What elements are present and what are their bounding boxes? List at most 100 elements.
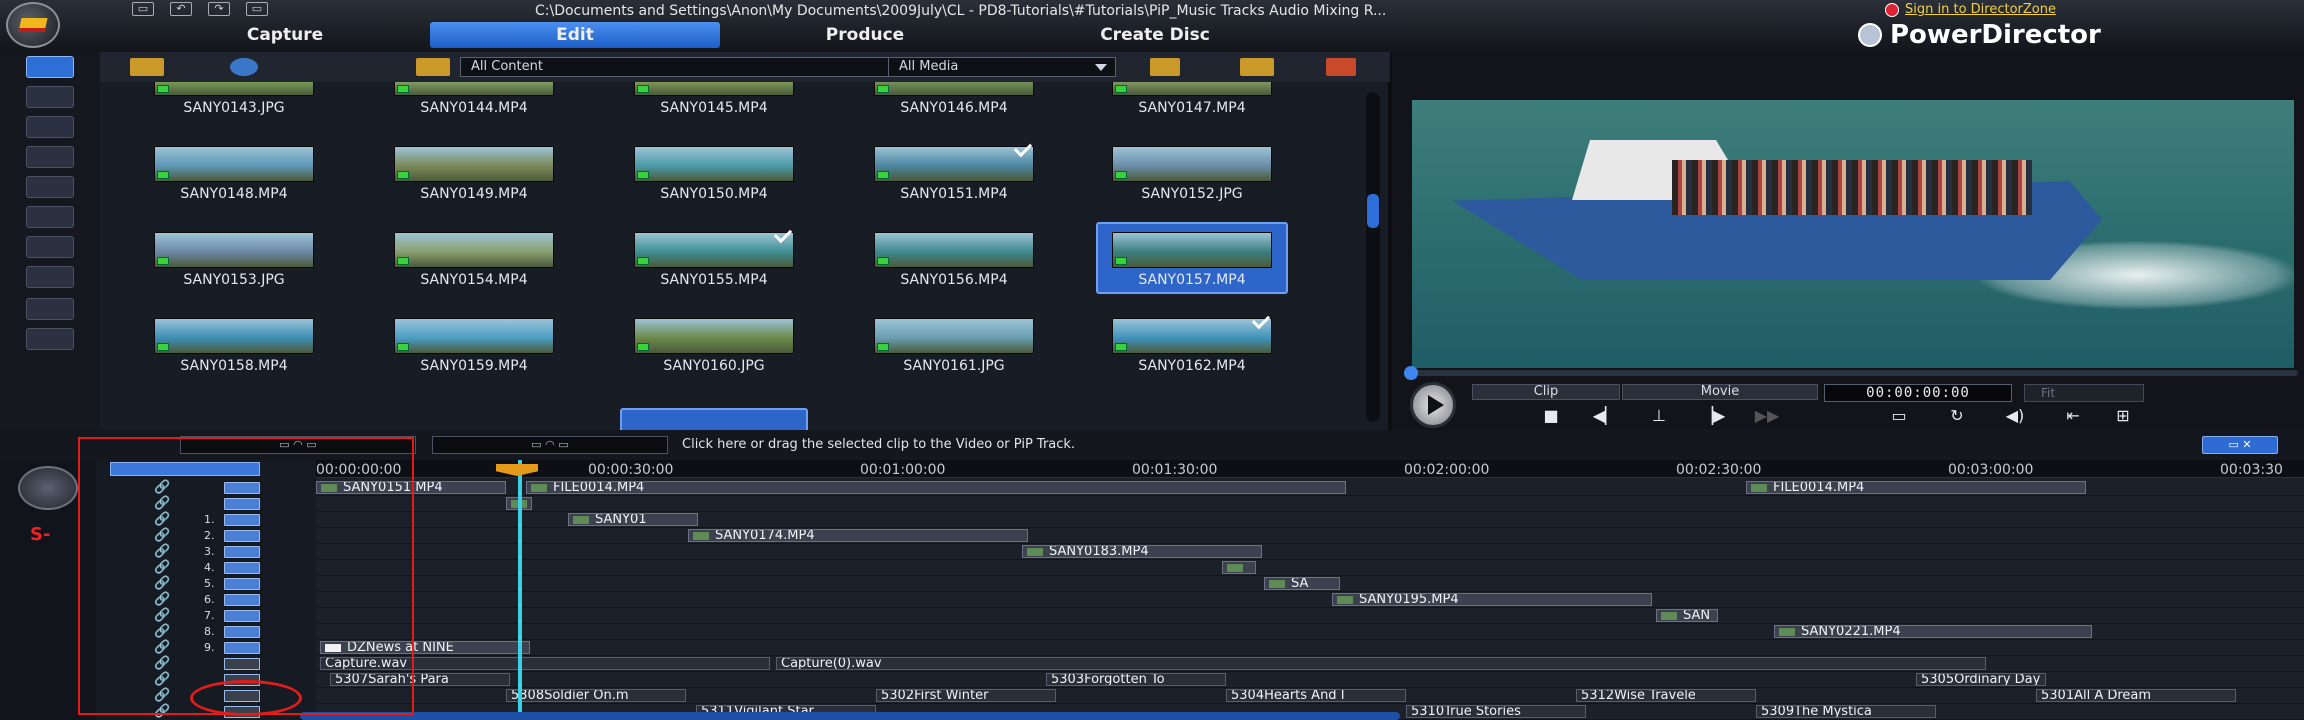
media-thumbnail[interactable]: SANY0152.JPG (1112, 146, 1272, 206)
library-scrollbar[interactable] (1366, 92, 1380, 422)
download-icon[interactable] (230, 58, 258, 76)
content-filter-select[interactable]: All Content (460, 57, 930, 77)
effects-icon[interactable]: S- (30, 524, 70, 545)
timeline-lane[interactable] (316, 592, 2304, 608)
video-clip[interactable]: SANY0174.MP4 (688, 529, 1028, 542)
time-ruler[interactable]: 00:00:00:00 00:00:30:00 00:01:00:00 00:01:3… (316, 460, 2304, 478)
media-thumbnail[interactable]: SANY0157.MP4 (1096, 222, 1288, 294)
video-clip[interactable]: SANY0183.MP4 (1022, 545, 1262, 558)
timeline-lane[interactable] (316, 528, 2304, 544)
import-folder-icon[interactable] (130, 58, 164, 76)
video-clip[interactable]: SANY01 (568, 513, 698, 526)
media-thumbnail[interactable]: SANY0151.MP4 (874, 138, 1034, 206)
video-clip[interactable]: FILE0014.MP4 (526, 481, 1346, 494)
signin-link[interactable]: Sign in to DirectorZone (1885, 2, 2056, 17)
media-thumbnail[interactable]: SANY0149.MP4 (394, 146, 554, 206)
save-icon[interactable]: ▭ (132, 2, 154, 16)
timeline-lane[interactable] (316, 496, 2304, 512)
effect-room-icon[interactable] (26, 86, 74, 108)
audio-clip[interactable]: 5304Hearts And I (1226, 689, 1406, 702)
scroll-thumb[interactable] (1367, 194, 1379, 228)
zoom-select[interactable]: Fit (2024, 384, 2144, 402)
clip-mode-button[interactable]: Clip (1472, 384, 1620, 400)
timeline-scrollbar[interactable] (300, 712, 1400, 720)
media-thumbnail[interactable]: SANY0143.JPG (154, 82, 314, 120)
movie-mode-button[interactable]: Movie (1622, 384, 1818, 400)
audio-clip[interactable]: Capture(0).wav (776, 657, 1986, 670)
title-room-icon[interactable] (26, 176, 74, 198)
timeline-lane[interactable] (316, 560, 2304, 576)
media-thumbnail[interactable]: SANY0161.JPG (874, 318, 1034, 378)
media-room-icon[interactable] (26, 56, 74, 78)
audio-clip[interactable]: 5303Forgotten To (1046, 673, 1226, 686)
audio-clip[interactable]: 5305Ordinary Day (1916, 673, 2046, 686)
playhead[interactable] (518, 460, 522, 720)
media-thumbnail[interactable]: SANY0156.MP4 (874, 232, 1034, 292)
timecode-display[interactable]: 00:00:00:00 (1824, 384, 2012, 402)
explore-folder-icon[interactable] (416, 58, 450, 76)
media-thumbnail[interactable]: SANY0158.MP4 (154, 318, 314, 378)
next-frame-icon[interactable]: ▕▶ (1700, 408, 1726, 424)
audio-clip[interactable]: 5301All A Dream (2036, 689, 2236, 702)
tab-capture[interactable]: Capture (140, 22, 430, 48)
app-logo[interactable] (6, 2, 60, 48)
split-icon[interactable]: ⊥ (1646, 408, 1672, 424)
video-clip[interactable]: SANY0221.MP4 (1774, 625, 2092, 638)
media-thumbnail[interactable]: SANY0159.MP4 (394, 318, 554, 378)
fit-timeline-button[interactable]: ▭ ✕ (2202, 436, 2278, 454)
media-thumbnail[interactable]: SANY0147.MP4 (1112, 82, 1272, 120)
audio-clip[interactable]: 5308Soldier On.m (506, 689, 686, 702)
tab-create-disc[interactable]: Create Disc (1010, 22, 1300, 48)
video-clip[interactable]: SANY0195.MP4 (1332, 593, 1652, 606)
fast-forward-icon[interactable]: ▶▶ (1754, 408, 1780, 424)
timeline-lane[interactable] (316, 544, 2304, 560)
tab-edit[interactable]: Edit (430, 22, 720, 48)
open-folder-icon[interactable]: ▭ (246, 2, 268, 16)
snapshot-icon[interactable]: ▭ (1886, 408, 1912, 424)
audio-clip[interactable]: 5310True Stories (1406, 705, 1586, 718)
video-clip[interactable] (1222, 561, 1256, 574)
audio-clip[interactable]: 5312Wise Travele (1576, 689, 1756, 702)
particle-room-icon[interactable] (26, 146, 74, 168)
view-grid-icon[interactable] (1150, 58, 1180, 76)
voice-over-icon[interactable] (26, 266, 74, 288)
loop-icon[interactable]: ↻ (1944, 408, 1970, 424)
tab-produce[interactable]: Produce (720, 22, 1010, 48)
mark-in-icon[interactable]: ⇤ (2060, 408, 2086, 424)
media-thumbnail[interactable]: SANY0146.MP4 (874, 82, 1034, 120)
media-thumbnail[interactable]: SANY0162.MP4 (1112, 310, 1272, 378)
timeline-lane[interactable] (316, 608, 2304, 624)
partial-thumbnail[interactable] (620, 408, 808, 430)
sort-icon[interactable] (1240, 58, 1274, 76)
video-clip[interactable]: FILE0014.MP4 (1746, 481, 2086, 494)
magic-tools-icon[interactable] (18, 466, 78, 510)
audio-clip[interactable]: 5309The Mystica (1756, 705, 1936, 718)
pip-objects-icon[interactable] (26, 116, 74, 138)
subtitle-room-icon[interactable] (26, 328, 74, 350)
video-clip[interactable]: SA (1264, 577, 1340, 590)
media-thumbnail[interactable]: SANY0154.MP4 (394, 232, 554, 292)
chapter-room-icon[interactable] (26, 298, 74, 320)
audio-mixing-icon[interactable] (26, 236, 74, 258)
undock-icon[interactable]: ⊞ (2110, 408, 2136, 424)
video-clip[interactable]: SAN (1656, 609, 1718, 622)
play-button[interactable] (1410, 382, 1456, 428)
stop-icon[interactable]: ■ (1538, 408, 1564, 424)
media-thumbnail[interactable]: SANY0148.MP4 (154, 146, 314, 206)
media-filter-select[interactable]: All Media (888, 57, 1116, 77)
media-thumbnail[interactable]: SANY0144.MP4 (394, 82, 554, 120)
media-thumbnail[interactable]: SANY0160.JPG (634, 318, 794, 378)
previous-frame-icon[interactable]: ◀▏ (1592, 408, 1618, 424)
timeline-lane[interactable] (316, 640, 2304, 656)
seek-bar[interactable] (1406, 370, 2298, 376)
audio-clip[interactable]: 5302First Winter (876, 689, 1056, 702)
seek-knob[interactable] (1404, 366, 1418, 380)
transition-room-icon[interactable] (26, 206, 74, 228)
home-icon[interactable] (1858, 23, 1882, 47)
media-thumbnail[interactable]: SANY0145.MP4 (634, 82, 794, 120)
media-thumbnail[interactable]: SANY0153.JPG (154, 232, 314, 292)
storyboard-mode-button[interactable]: ▭ ◠ ▭ (432, 436, 668, 454)
media-thumbnail[interactable]: SANY0150.MP4 (634, 146, 794, 206)
redo-icon[interactable]: ↷ (208, 2, 230, 16)
library-menu-icon[interactable] (1326, 58, 1356, 76)
